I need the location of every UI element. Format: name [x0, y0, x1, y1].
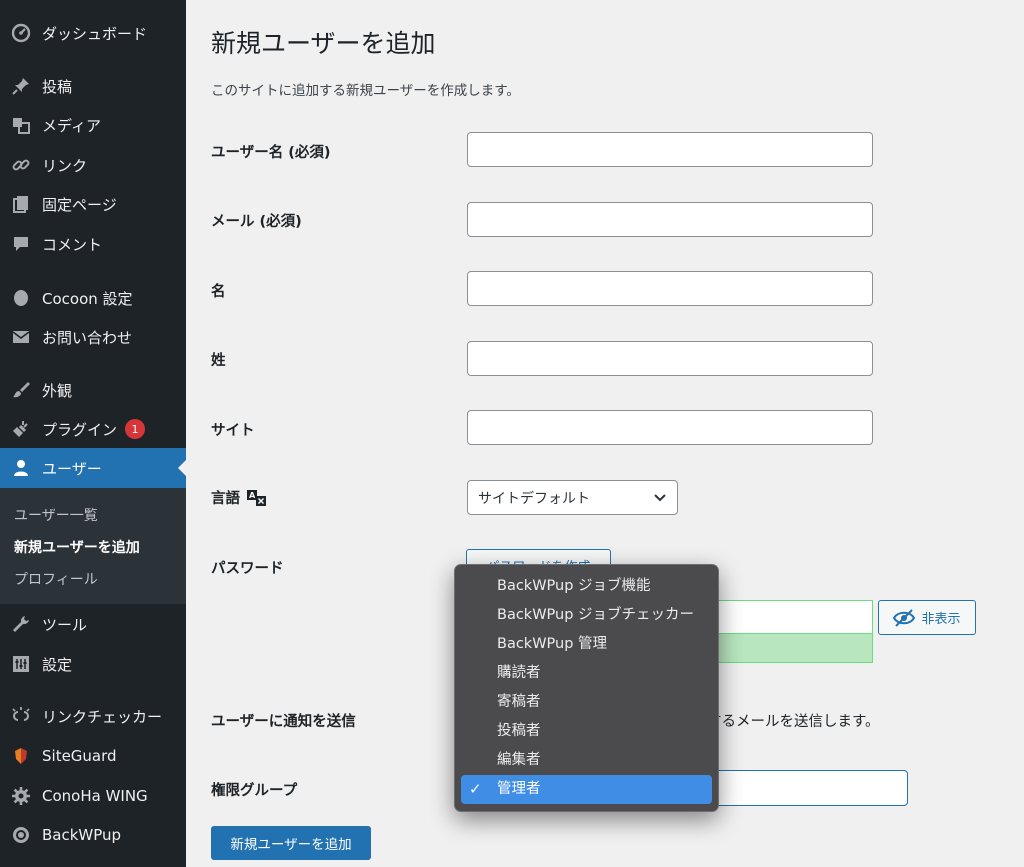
email-label: メール (必須) — [211, 214, 302, 230]
lastname-label: 姓 — [211, 353, 226, 369]
dashboard-icon — [10, 22, 32, 44]
menu-cocoon[interactable]: Cocoon 設定 — [0, 278, 186, 318]
users-submenu: ユーザー一覧 新規ユーザーを追加 プロフィール — [0, 488, 186, 604]
firstname-input[interactable] — [467, 271, 873, 306]
broken-link-icon — [10, 705, 32, 727]
menu-label: リンクチェッカー — [42, 707, 163, 726]
email-input[interactable] — [467, 202, 873, 237]
brush-icon — [10, 379, 32, 401]
menu-label: BackWPup — [42, 826, 122, 844]
role-label: 権限グループ — [211, 783, 298, 799]
role-option-subscriber[interactable]: 購読者 — [461, 659, 712, 688]
menu-dashboard[interactable]: ダッシュボード — [0, 13, 186, 53]
menu-label: プラグイン — [42, 420, 118, 439]
add-new-user-button[interactable]: 新規ユーザーを追加 — [211, 826, 371, 860]
lastname-input[interactable] — [467, 341, 873, 376]
menu-backwpup[interactable]: BackWPup — [0, 815, 186, 855]
role-option-backwpup-checker[interactable]: BackWPup ジョブチェッカー — [461, 601, 712, 630]
menu-label: お問い合わせ — [42, 328, 133, 347]
submenu-profile[interactable]: プロフィール — [0, 564, 186, 596]
cocoon-icon — [10, 287, 32, 309]
menu-pages[interactable]: 固定ページ — [0, 184, 186, 224]
admin-sidebar: ダッシュボード 投稿 メディア リンク 固定ページ コメント Cocoon 設定… — [0, 0, 186, 867]
menu-label: ConoHa WING — [42, 787, 148, 805]
menu-settings[interactable]: 設定 — [0, 644, 186, 684]
menu-plugins[interactable]: プラグイン 1 — [0, 409, 186, 449]
role-dropdown-popup: BackWPup ジョブ機能 BackWPup ジョブチェッカー BackWPu… — [454, 564, 719, 812]
gear-icon — [10, 785, 32, 807]
translate-icon: A — [246, 488, 268, 508]
mail-icon — [10, 326, 32, 348]
menu-posts[interactable]: 投稿 — [0, 66, 186, 106]
submenu-add-new-user[interactable]: 新規ユーザーを追加 — [0, 532, 186, 564]
menu-label: ダッシュボード — [42, 24, 148, 43]
language-select-value: サイトデフォルト — [478, 490, 590, 507]
svg-text:A: A — [249, 491, 256, 500]
language-label-row: 言語 A — [211, 487, 268, 508]
menu-label: SiteGuard — [42, 747, 117, 765]
checkmark-icon: ✓ — [469, 780, 482, 798]
siteguard-icon — [10, 745, 32, 767]
password-label: パスワード — [211, 561, 284, 577]
menu-label: 投稿 — [42, 77, 73, 96]
role-option-backwpup-job[interactable]: BackWPup ジョブ機能 — [461, 572, 712, 601]
role-option-backwpup-admin[interactable]: BackWPup 管理 — [461, 630, 712, 659]
menu-comments[interactable]: コメント — [0, 224, 186, 264]
menu-link-checker[interactable]: リンクチェッカー — [0, 696, 186, 736]
submenu-user-list[interactable]: ユーザー一覧 — [0, 500, 186, 532]
language-label: 言語 — [211, 491, 240, 507]
menu-media[interactable]: メディア — [0, 105, 186, 145]
menu-conoha-wing[interactable]: ConoHa WING — [0, 776, 186, 816]
menu-label: 固定ページ — [42, 195, 117, 214]
menu-users[interactable]: ユーザー — [0, 448, 186, 488]
menu-label: リンク — [42, 156, 88, 175]
menu-label: 外観 — [42, 381, 73, 400]
menu-siteguard[interactable]: SiteGuard — [0, 736, 186, 776]
role-option-editor[interactable]: 編集者 — [461, 746, 712, 775]
media-icon — [10, 114, 32, 136]
eye-slash-icon — [893, 608, 916, 627]
username-label: ユーザー名 (必須) — [211, 145, 331, 161]
chevron-down-icon — [653, 490, 667, 508]
username-input[interactable] — [467, 132, 873, 167]
menu-label: ユーザー — [42, 459, 102, 478]
role-option-contributor[interactable]: 寄稿者 — [461, 688, 712, 717]
menu-label: 設定 — [42, 655, 73, 674]
hide-password-button[interactable]: 非表示 — [878, 600, 976, 635]
menu-label: コメント — [42, 235, 103, 254]
page-description: このサイトに追加する新規ユーザーを作成します。 — [211, 83, 520, 99]
menu-label: メディア — [42, 116, 101, 135]
role-option-administrator[interactable]: ✓ 管理者 — [461, 775, 712, 804]
user-icon — [10, 457, 32, 479]
update-count-badge: 1 — [125, 419, 146, 439]
menu-label: Cocoon 設定 — [42, 289, 133, 308]
link-icon — [10, 154, 32, 176]
plugin-icon — [10, 418, 32, 440]
menu-links[interactable]: リンク — [0, 145, 186, 185]
pin-icon — [10, 75, 32, 97]
comment-icon — [10, 233, 32, 255]
page-title: 新規ユーザーを追加 — [211, 29, 436, 58]
menu-appearance[interactable]: 外観 — [0, 370, 186, 410]
menu-label: ツール — [42, 615, 88, 634]
backwpup-icon — [10, 824, 32, 846]
menu-contact[interactable]: お問い合わせ — [0, 317, 186, 357]
language-select[interactable]: サイトデフォルト — [467, 480, 678, 515]
hide-password-label: 非表示 — [921, 612, 961, 627]
site-label: サイト — [211, 423, 255, 439]
website-input[interactable] — [467, 410, 873, 445]
wrench-icon — [10, 613, 32, 635]
notify-label: ユーザーに通知を送信 — [211, 714, 356, 730]
settings-icon — [10, 653, 32, 675]
menu-tools[interactable]: ツール — [0, 604, 186, 644]
notify-description: するメールを送信します。 — [707, 714, 880, 730]
pages-icon — [10, 193, 32, 215]
role-option-label: 管理者 — [497, 781, 541, 797]
role-option-author[interactable]: 投稿者 — [461, 717, 712, 746]
firstname-label: 名 — [211, 284, 226, 300]
